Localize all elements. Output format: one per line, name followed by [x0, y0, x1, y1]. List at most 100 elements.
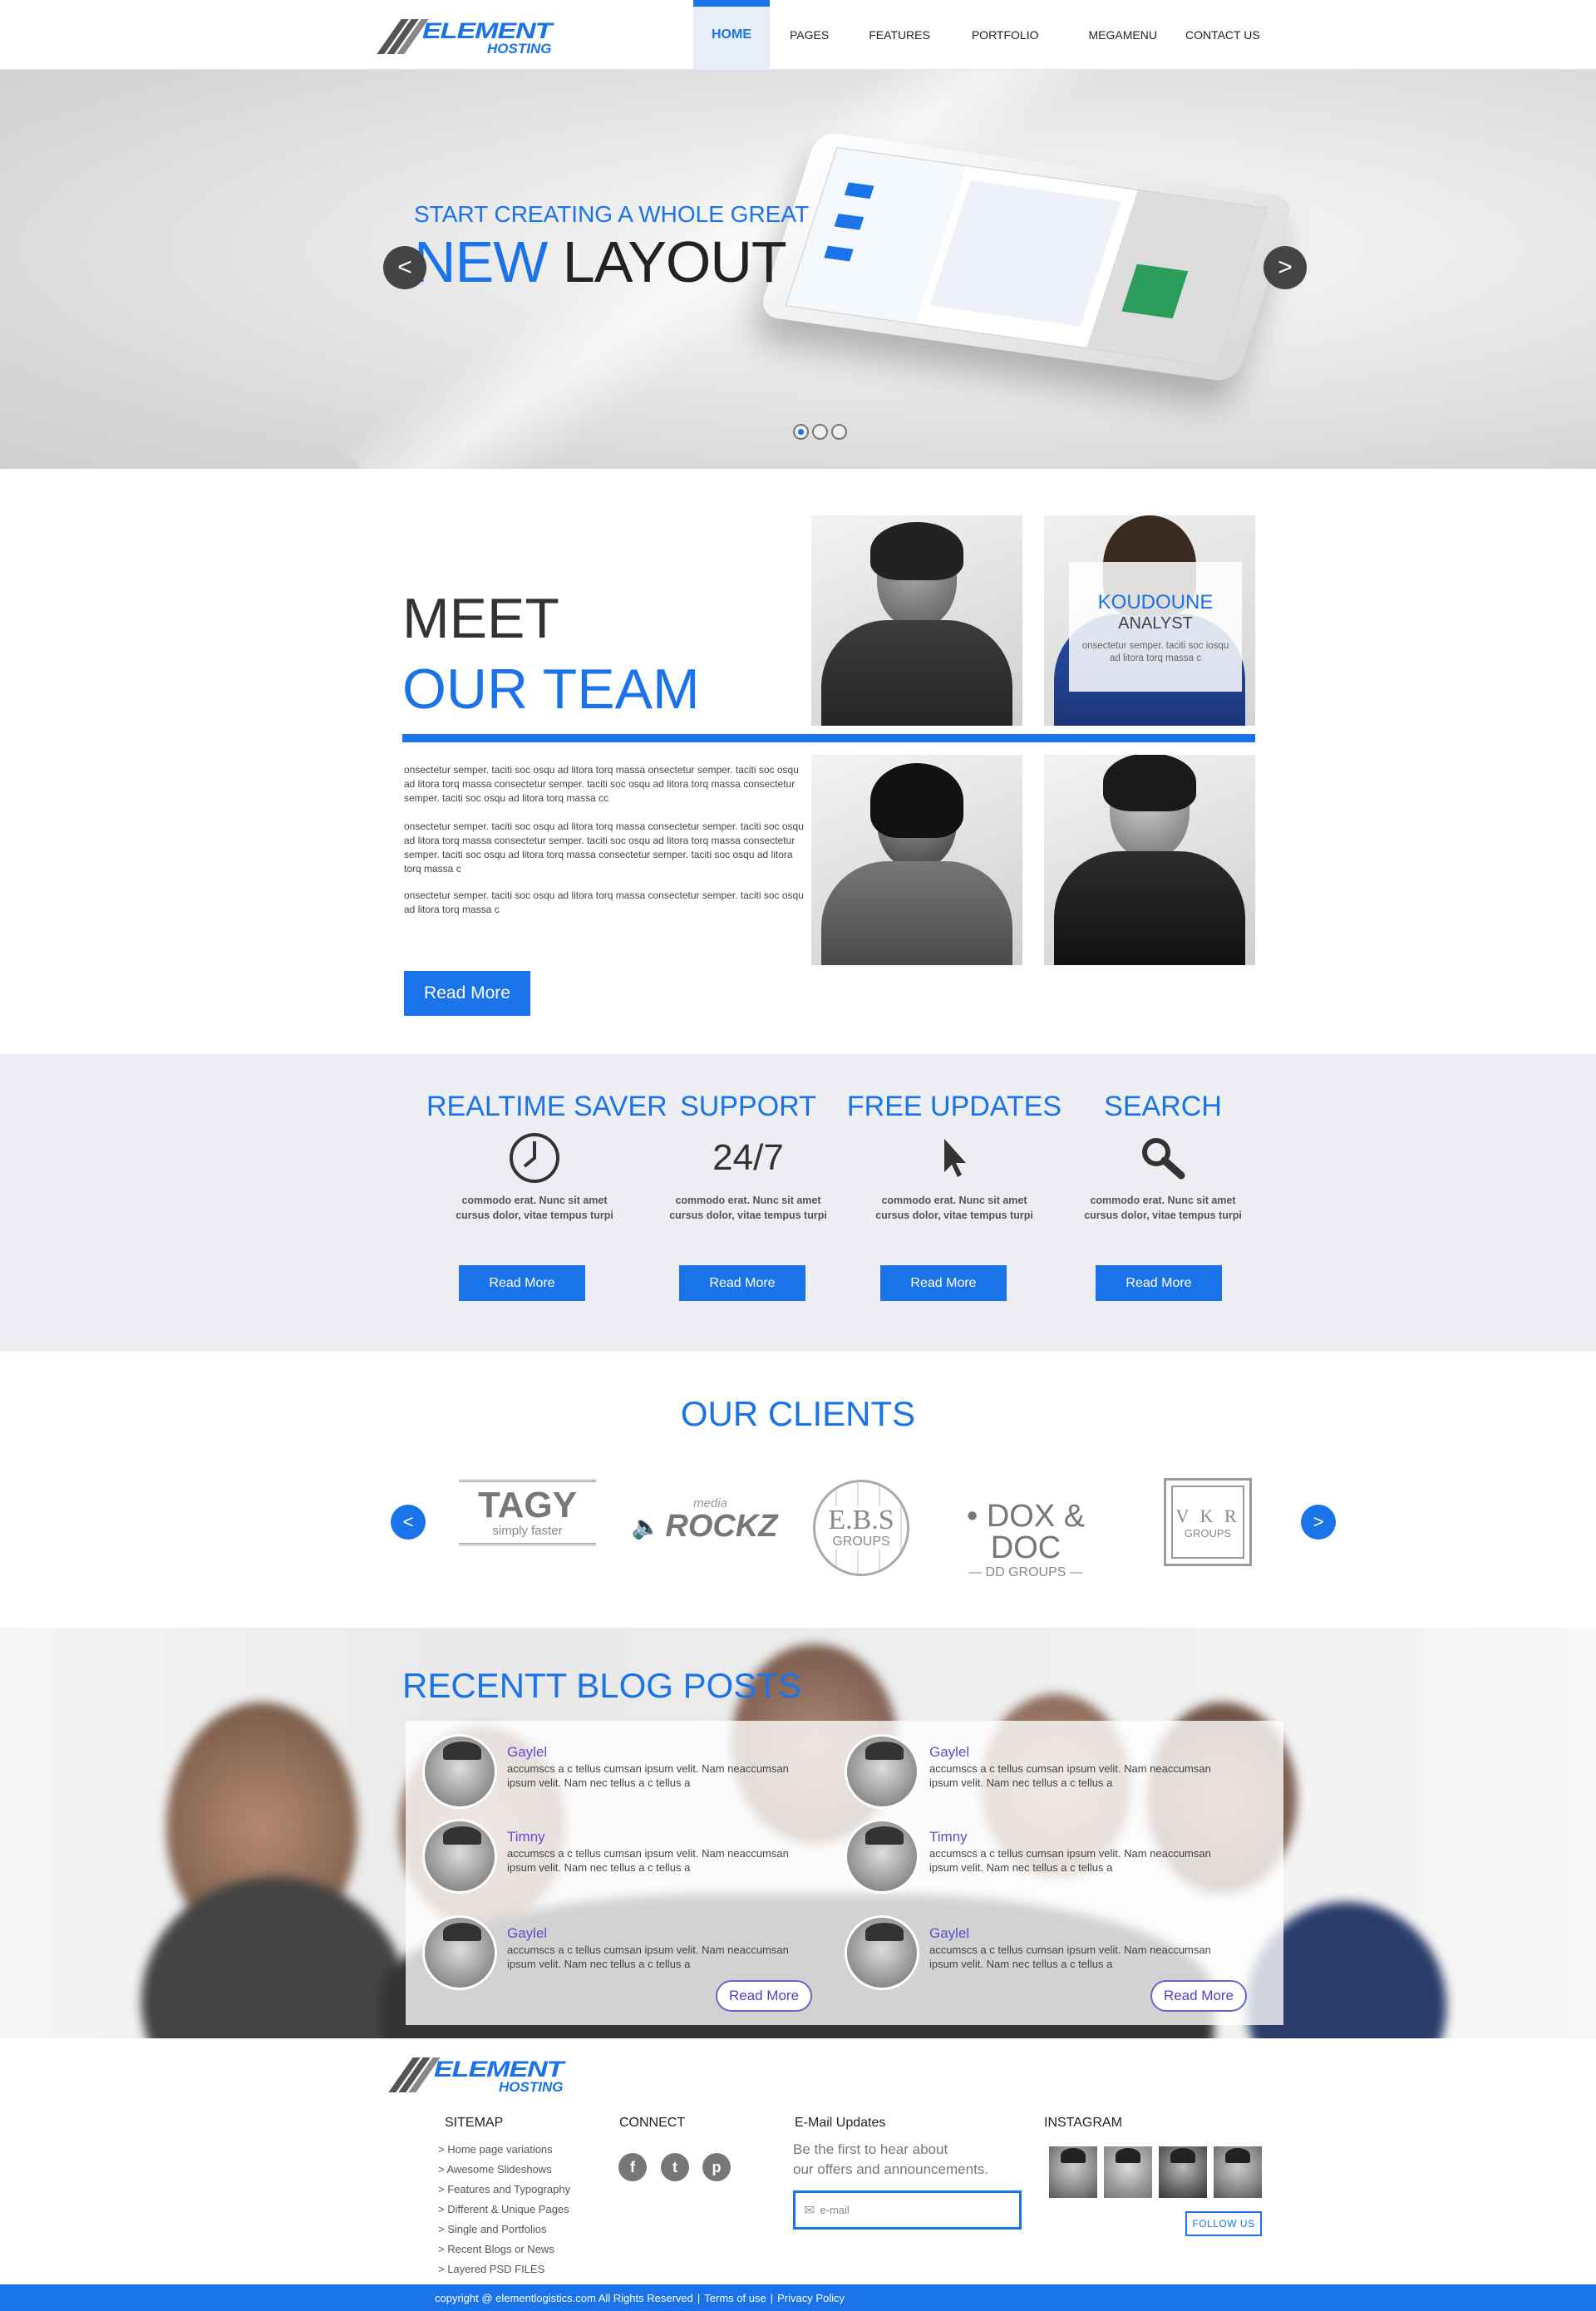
team-paragraph-2: onsectetur semper. taciti soc osqu ad li… [404, 820, 804, 875]
feature-read-more-button-1[interactable]: Read More [459, 1265, 585, 1301]
clients-prev-button[interactable]: < [391, 1505, 426, 1540]
feature-text-1: commodo erat. Nunc sit amet [881, 1195, 1027, 1206]
twitter-icon[interactable]: t [661, 2153, 689, 2181]
feature-text-2: cursus dolor, vitae tempus turpi [456, 1210, 613, 1221]
blog-post-author[interactable]: Gaylel [929, 1744, 969, 1761]
nav-pages[interactable]: PAGES [770, 0, 849, 70]
sitemap-link[interactable]: > Recent Blogs or News [438, 2240, 570, 2259]
sitemap-list: > Home page variations > Awesome Slidesh… [438, 2140, 570, 2279]
hero-tablet-image [757, 131, 1296, 383]
blog-post-author[interactable]: Timny [929, 1829, 968, 1845]
team-member-role: ANALYST [1118, 614, 1193, 633]
blog-post-author[interactable]: Gaylel [929, 1925, 969, 1942]
nav-portfolio[interactable]: PORTFOLIO [950, 0, 1059, 70]
feature-text-1: commodo erat. Nunc sit amet [461, 1195, 608, 1206]
terms-link[interactable]: Terms of use [704, 2292, 766, 2304]
blog-read-more-button-left[interactable]: Read More [716, 1980, 812, 2012]
team-photo-3[interactable] [811, 755, 1022, 965]
sitemap-link[interactable]: > Layered PSD FILES [438, 2259, 570, 2279]
avatar [845, 1915, 919, 1990]
feature-support: SUPPORT 24/7 commodo erat. Nunc sit amet… [640, 1091, 856, 1223]
logo-mark-icon [388, 2057, 441, 2092]
avatar [845, 1734, 919, 1809]
follow-us-button[interactable]: FOLLOW US [1185, 2211, 1262, 2236]
header: ELEMENT HOSTING HOME PAGES FEATURES PORT… [0, 0, 1596, 70]
feature-text-2: cursus dolor, vitae tempus turpi [1084, 1210, 1242, 1221]
feature-text-1: commodo erat. Nunc sit amet [675, 1195, 821, 1206]
client-logo-vkr[interactable]: V K R GROUPS [1164, 1478, 1252, 1566]
client-logo-ebs[interactable]: E.B.S GROUPS [813, 1480, 909, 1576]
copyright-bar: copyright @ elementlogistics.com All Rig… [0, 2284, 1596, 2311]
instagram-title: INSTAGRAM [1044, 2116, 1122, 2130]
facebook-icon[interactable]: f [618, 2153, 647, 2181]
nav-features[interactable]: FEATURES [849, 0, 950, 70]
logo-word-element: ELEMENT [422, 17, 552, 44]
team-paragraph-3: onsectetur semper. taciti soc osqu ad li… [404, 889, 804, 915]
sitemap-link[interactable]: > Features and Typography [438, 2180, 570, 2200]
blog-post-author[interactable]: Gaylel [507, 1744, 547, 1761]
blog-post-excerpt: accumscs a c tellus cumsan ipsum velit. … [929, 1944, 1211, 1970]
slide-dot-2[interactable] [812, 424, 828, 440]
nav-contact[interactable]: CONTACT US [1177, 0, 1268, 70]
team-heading-our-team: OUR TEAM [402, 658, 700, 721]
logo[interactable]: ELEMENT HOSTING [377, 17, 552, 57]
search-icon [1055, 1123, 1271, 1193]
team-read-more-button[interactable]: Read More [404, 971, 530, 1016]
logo-word-hosting: HOSTING [499, 2079, 564, 2095]
clients-title: OUR CLIENTS [680, 1394, 916, 1433]
feature-read-more-button-4[interactable]: Read More [1096, 1265, 1222, 1301]
sitemap-link[interactable]: > Single and Portfolios [438, 2220, 570, 2240]
blog-post[interactable]: Gaylel accumscs a c tellus cumsan ipsum … [845, 1915, 1244, 1990]
hero-title: NEW LAYOUT [414, 229, 787, 294]
nav-home[interactable]: HOME [693, 0, 770, 70]
blog-post[interactable]: Timny accumscs a c tellus cumsan ipsum v… [845, 1819, 1244, 1894]
sitemap-link[interactable]: > Different & Unique Pages [438, 2200, 570, 2220]
sitemap-title: SITEMAP [445, 2116, 504, 2130]
instagram-thumb[interactable] [1159, 2146, 1207, 2198]
instagram-thumb[interactable] [1214, 2146, 1262, 2198]
nav-megamenu[interactable]: MEGAMENU [1059, 0, 1177, 70]
privacy-link[interactable]: Privacy Policy [777, 2292, 845, 2304]
sitemap-link[interactable]: > Awesome Slideshows [438, 2160, 570, 2180]
blog-post[interactable]: Gaylel accumscs a c tellus cumsan ipsum … [422, 1915, 821, 1990]
main-nav: HOME PAGES FEATURES PORTFOLIO MEGAMENU C… [693, 0, 1268, 70]
team-paragraph-1: onsectetur semper. taciti soc osqu ad li… [404, 764, 799, 804]
team-member-text: onsectetur semper. taciti soc iosqu ad l… [1081, 641, 1229, 663]
sitemap-link[interactable]: > Home page variations [438, 2140, 570, 2160]
email-field[interactable]: ✉ e-mail [793, 2190, 1022, 2230]
hero-next-button[interactable]: > [1264, 246, 1307, 289]
hero-subtitle: START CREATING A WHOLE GREAT [414, 201, 810, 227]
client-logo-tagy[interactable]: TAGY simply faster [459, 1480, 596, 1563]
blog-post[interactable]: Gaylel accumscs a c tellus cumsan ipsum … [422, 1734, 821, 1809]
clients-next-button[interactable]: > [1301, 1505, 1336, 1540]
instagram-thumb[interactable] [1104, 2146, 1152, 2198]
client-logo-dox-doc[interactable]: • DOX & DOC — DD GROUPS — [934, 1500, 1117, 1579]
logo-word-hosting: HOSTING [487, 41, 552, 57]
blog-post-author[interactable]: Gaylel [507, 1925, 547, 1942]
cursor-icon [846, 1123, 1062, 1193]
team-member-card: KOUDOUNE ANALYST onsectetur semper. taci… [1069, 562, 1242, 692]
team-photo-1[interactable] [811, 515, 1022, 726]
feature-text-1: commodo erat. Nunc sit amet [1090, 1195, 1236, 1206]
footer-logo[interactable]: ELEMENT HOSTING [388, 2055, 564, 2095]
blog-post-excerpt: accumscs a c tellus cumsan ipsum velit. … [929, 1847, 1211, 1874]
pinterest-icon[interactable]: p [702, 2153, 731, 2181]
blog-post[interactable]: Timny accumscs a c tellus cumsan ipsum v… [422, 1819, 821, 1894]
avatar [422, 1819, 497, 1894]
hero-slide-dots [793, 424, 847, 440]
slide-dot-3[interactable] [831, 424, 847, 440]
slide-dot-1[interactable] [793, 424, 809, 440]
blog-read-more-button-right[interactable]: Read More [1150, 1980, 1247, 2012]
hero-prev-button[interactable]: < [383, 246, 426, 289]
blog-post[interactable]: Gaylel accumscs a c tellus cumsan ipsum … [845, 1734, 1244, 1809]
feature-read-more-button-2[interactable]: Read More [679, 1265, 805, 1301]
instagram-thumb[interactable] [1049, 2146, 1097, 2198]
team-photo-4[interactable] [1044, 755, 1255, 965]
email-updates-text: Be the first to hear about our offers an… [793, 2141, 989, 2177]
connect-title: CONNECT [619, 2116, 686, 2130]
blog-post-author[interactable]: Timny [507, 1829, 545, 1845]
team-divider [402, 734, 1255, 742]
feature-text-2: cursus dolor, vitae tempus turpi [875, 1210, 1033, 1221]
client-logo-rockz[interactable]: media 🔈 ROCKZ [632, 1496, 778, 1546]
feature-read-more-button-3[interactable]: Read More [880, 1265, 1007, 1301]
